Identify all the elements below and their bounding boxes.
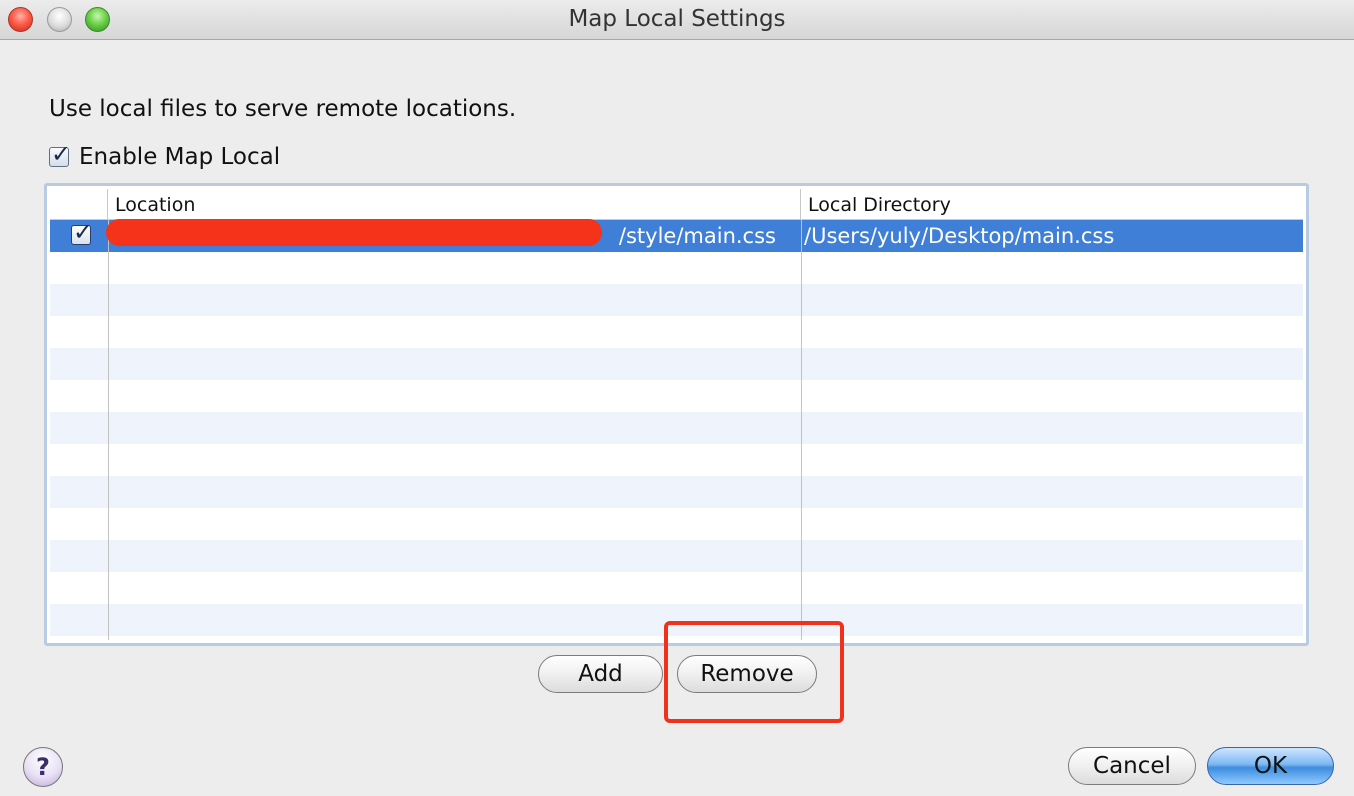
- empty-row: [50, 284, 1303, 316]
- empty-row: [50, 316, 1303, 348]
- column-header-local-directory[interactable]: Local Directory: [801, 189, 1306, 219]
- enable-map-local-row[interactable]: ✓ Enable Map Local: [49, 140, 280, 172]
- window-title: Map Local Settings: [568, 6, 786, 32]
- empty-row: [50, 476, 1303, 508]
- intro-text: Use local files to serve remote location…: [49, 96, 517, 122]
- ok-button[interactable]: OK: [1207, 747, 1334, 785]
- empty-row: [50, 252, 1303, 284]
- title-bar: Map Local Settings: [0, 0, 1354, 40]
- column-divider: [801, 220, 802, 640]
- empty-row: [50, 508, 1303, 540]
- empty-row: [50, 380, 1303, 412]
- enable-map-local-label[interactable]: Enable Map Local: [79, 144, 280, 170]
- redaction-mark: [106, 219, 602, 246]
- mappings-table[interactable]: Location Local Directory ✓ /style/main.c…: [44, 183, 1309, 646]
- help-icon[interactable]: ?: [23, 747, 63, 787]
- row-enabled-checkbox[interactable]: ✓: [71, 218, 93, 246]
- cancel-button[interactable]: Cancel: [1068, 747, 1196, 785]
- empty-row: [50, 572, 1303, 604]
- empty-row: [50, 348, 1303, 380]
- column-header-location[interactable]: Location: [108, 189, 801, 219]
- empty-row: [50, 412, 1303, 444]
- enable-map-local-checkbox[interactable]: ✓: [49, 140, 71, 168]
- checkmark-icon: ✓: [51, 140, 72, 168]
- add-button[interactable]: Add: [538, 655, 663, 693]
- table-header: Location Local Directory: [50, 189, 1303, 220]
- column-header-enabled[interactable]: [50, 189, 108, 219]
- table-body: ✓ /style/main.css /Users/yuly/Desktop/ma…: [50, 218, 1303, 643]
- column-divider: [108, 220, 109, 640]
- row-local-directory: /Users/yuly/Desktop/main.css: [804, 224, 1115, 248]
- checkmark-icon: ✓: [73, 218, 94, 246]
- empty-row: [50, 444, 1303, 476]
- remove-highlight-box: [664, 621, 844, 723]
- empty-row: [50, 540, 1303, 572]
